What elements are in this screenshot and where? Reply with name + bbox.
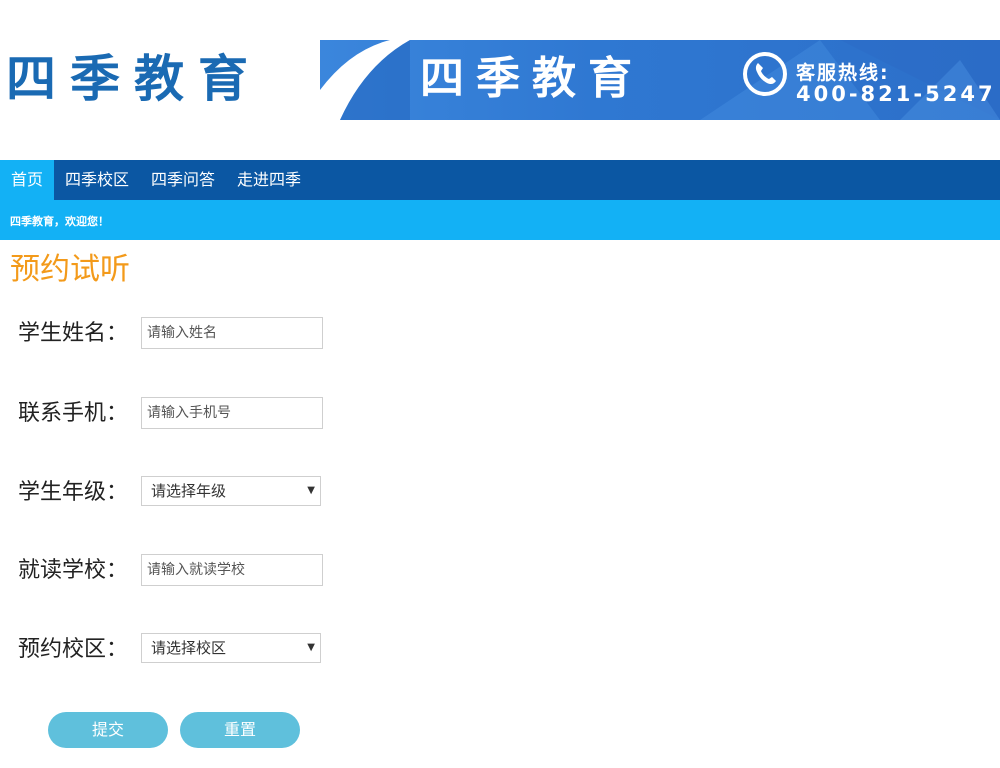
- grade-select[interactable]: 请选择年级 ▼: [141, 476, 321, 506]
- school-input[interactable]: [141, 554, 323, 586]
- dropdown-arrow-icon: ▼: [307, 485, 315, 496]
- school-label: 就读学校：: [18, 558, 129, 583]
- student-name-input[interactable]: [141, 317, 323, 349]
- welcome-bar: 四季教育，欢迎您！: [0, 200, 1000, 240]
- campus-select[interactable]: 请选择校区 ▼: [141, 633, 321, 663]
- reset-button[interactable]: 重置: [180, 712, 300, 748]
- phone-label: 联系手机：: [18, 401, 129, 426]
- nav-item-home[interactable]: 首页: [0, 160, 55, 200]
- nav-item-campuses[interactable]: 四季校区: [54, 160, 140, 200]
- site-header: 四季教育 四季教育 客服热线: 400-821-5247: [0, 0, 1000, 160]
- campus-label: 预约校区：: [18, 637, 129, 662]
- grade-select-value: 请选择年级: [151, 482, 227, 500]
- grade-label: 学生年级：: [18, 480, 129, 505]
- nav-item-about[interactable]: 走进四季: [226, 160, 312, 200]
- student-name-label: 学生姓名：: [18, 321, 129, 346]
- banner-title: 四季教育: [420, 53, 644, 104]
- dropdown-arrow-icon: ▼: [307, 642, 315, 653]
- site-logo[interactable]: 四季教育: [6, 48, 262, 110]
- page-title: 预约试听: [10, 252, 130, 287]
- hotline-number: 400-821-5247: [796, 82, 996, 106]
- header-banner: 四季教育 客服热线: 400-821-5247: [320, 40, 1000, 120]
- welcome-text: 四季教育，欢迎您！: [10, 215, 109, 228]
- banner-swoosh-graphic: [320, 40, 410, 120]
- main-nav: 首页 四季校区 四季问答 走进四季: [0, 160, 1000, 200]
- phone-input[interactable]: [141, 397, 323, 429]
- campus-select-value: 请选择校区: [151, 639, 227, 657]
- submit-button[interactable]: 提交: [48, 712, 168, 748]
- phone-icon: [743, 52, 787, 96]
- nav-item-faq[interactable]: 四季问答: [140, 160, 226, 200]
- hotline-label: 客服热线:: [796, 62, 890, 84]
